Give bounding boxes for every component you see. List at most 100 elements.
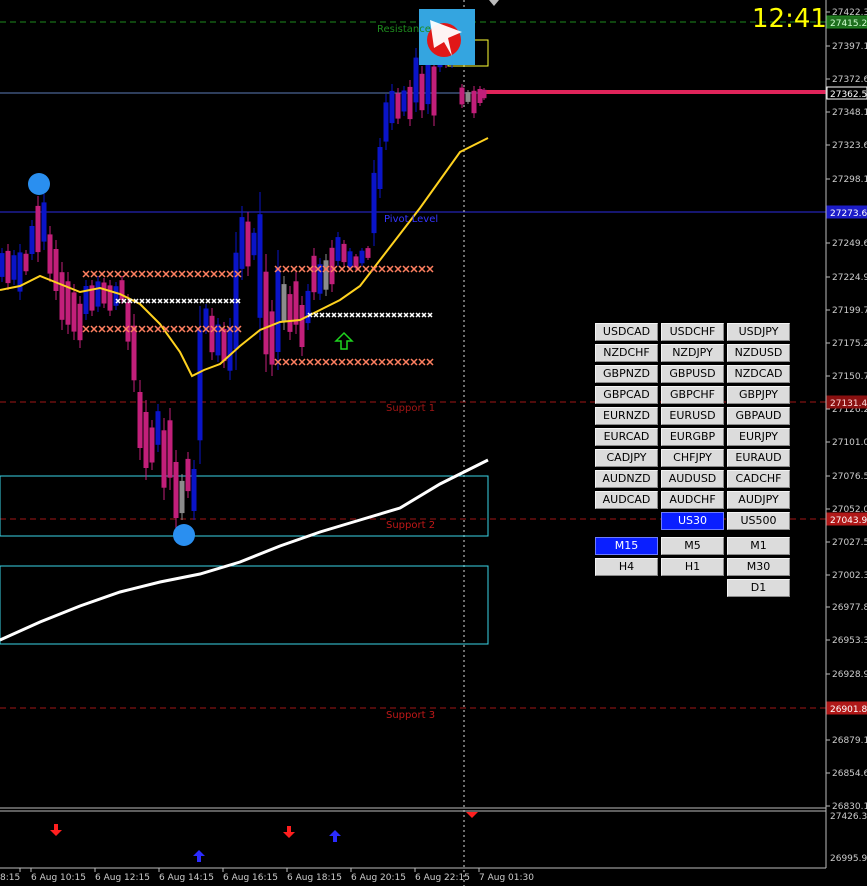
price-tick-label: 27397.1: [832, 42, 867, 52]
symbol-button-eurusd[interactable]: EURUSD: [661, 407, 724, 425]
time-tick-label: 7 Aug 01:30: [479, 873, 534, 883]
price-tick-label: 27323.6: [832, 141, 867, 151]
cross-marker: [402, 358, 410, 366]
candle-body: [311, 255, 317, 293]
symbol-button-usdjpy[interactable]: USDJPY: [727, 323, 790, 341]
cross-marker: [337, 312, 343, 318]
cross-marker: [322, 358, 330, 366]
cross-marker: [386, 265, 394, 273]
cross-marker: [378, 265, 386, 273]
cross-marker: [138, 270, 146, 278]
candle-body: [29, 226, 35, 254]
candle-body: [227, 327, 233, 371]
scroll-marker-icon[interactable]: [489, 0, 499, 6]
candle-body: [155, 411, 161, 445]
candle-body: [5, 250, 11, 284]
symbol-button-eurgbp[interactable]: EURGBP: [661, 428, 724, 446]
price-tick-label: 27002.3: [832, 571, 867, 581]
cross-marker: [373, 312, 379, 318]
cross-marker: [354, 358, 362, 366]
candle-body: [263, 271, 269, 355]
cross-marker: [427, 312, 433, 318]
price-tick-label: 26977.8: [832, 603, 867, 613]
symbol-button-gbpcad[interactable]: GBPCAD: [595, 386, 658, 404]
candle-body: [185, 458, 191, 492]
index-button-us30[interactable]: US30: [661, 512, 724, 530]
symbol-button-audcad[interactable]: AUDCAD: [595, 491, 658, 509]
candle-body: [257, 214, 263, 318]
cross-marker: [391, 312, 397, 318]
timeframe-button-m15[interactable]: M15: [595, 537, 658, 555]
price-tick-label: 27348.1: [832, 108, 867, 118]
candle-body: [365, 248, 371, 258]
symbol-button-euraud[interactable]: EURAUD: [727, 449, 790, 467]
cross-marker: [379, 312, 385, 318]
symbol-button-eurcad[interactable]: EURCAD: [595, 428, 658, 446]
cross-marker: [415, 312, 421, 318]
price-axis: 27422.327397.127372.627348.127323.627298…: [826, 8, 867, 864]
cross-marker: [394, 265, 402, 273]
cross-marker: [98, 325, 106, 333]
cross-marker: [386, 358, 394, 366]
pivot-label: Pivot Level: [384, 214, 439, 225]
symbol-button-cadjpy[interactable]: CADJPY: [595, 449, 658, 467]
symbol-button-eurnzd[interactable]: EURNZD: [595, 407, 658, 425]
cross-marker: [170, 270, 178, 278]
symbol-button-audusd[interactable]: AUDUSD: [661, 470, 724, 488]
symbol-button-audnzd[interactable]: AUDNZD: [595, 470, 658, 488]
cross-marker: [145, 298, 151, 304]
symbol-button-gbpchf[interactable]: GBPCHF: [661, 386, 724, 404]
cross-marker: [370, 358, 378, 366]
symbol-button-cadchf[interactable]: CADCHF: [727, 470, 790, 488]
candle-body: [179, 480, 185, 514]
symbol-button-gbpaud[interactable]: GBPAUD: [727, 407, 790, 425]
cross-marker: [325, 312, 331, 318]
cross-marker: [378, 358, 386, 366]
symbol-button-nzdusd[interactable]: NZDUSD: [727, 344, 790, 362]
candle-body: [413, 57, 419, 103]
cross-marker: [106, 325, 114, 333]
symbol-button-nzdchf[interactable]: NZDCHF: [595, 344, 658, 362]
candle-body: [293, 281, 299, 325]
candle-body: [137, 392, 143, 448]
candle-body: [107, 285, 113, 311]
symbol-button-nzdcad[interactable]: NZDCAD: [727, 365, 790, 383]
price-tick-label: 27199.7: [832, 306, 867, 316]
timeframe-button-m1[interactable]: M1: [727, 537, 790, 555]
cross-marker: [175, 298, 181, 304]
cross-marker: [205, 298, 211, 304]
cross-marker: [409, 312, 415, 318]
candle-body: [471, 90, 477, 114]
index-button-us500[interactable]: US500: [727, 512, 790, 530]
cross-marker: [314, 358, 322, 366]
candle-body: [251, 232, 257, 256]
candle-body: [395, 93, 401, 119]
candle-body: [143, 412, 149, 468]
signal-dot-bottom: [173, 524, 195, 546]
symbol-button-audjpy[interactable]: AUDJPY: [727, 491, 790, 509]
candle-body: [347, 251, 353, 267]
timeframe-button-m30[interactable]: M30: [727, 558, 790, 576]
timeframe-button-h4[interactable]: H4: [595, 558, 658, 576]
sub-axis-label: 26995.93: [830, 854, 867, 864]
candles-layer: [0, 34, 487, 530]
symbol-button-gbpusd[interactable]: GBPUSD: [661, 365, 724, 383]
symbol-button-usdchf[interactable]: USDCHF: [661, 323, 724, 341]
down-arrow-icon: [50, 824, 62, 836]
timeframe-button-d1[interactable]: D1: [727, 579, 790, 597]
candle-body: [305, 290, 311, 324]
symbol-button-chfjpy[interactable]: CHFJPY: [661, 449, 724, 467]
timeframe-button-m5[interactable]: M5: [661, 537, 724, 555]
symbol-button-eurjpy[interactable]: EURJPY: [727, 428, 790, 446]
candle-body: [431, 66, 437, 116]
symbol-button-gbpnzd[interactable]: GBPNZD: [595, 365, 658, 383]
cross-marker: [154, 325, 162, 333]
candle-body: [459, 87, 465, 105]
cross-marker: [426, 358, 434, 366]
symbol-button-nzdjpy[interactable]: NZDJPY: [661, 344, 724, 362]
cross-marker: [178, 270, 186, 278]
timeframe-button-h1[interactable]: H1: [661, 558, 724, 576]
symbol-button-gbpjpy[interactable]: GBPJPY: [727, 386, 790, 404]
symbol-button-usdcad[interactable]: USDCAD: [595, 323, 658, 341]
symbol-button-audchf[interactable]: AUDCHF: [661, 491, 724, 509]
